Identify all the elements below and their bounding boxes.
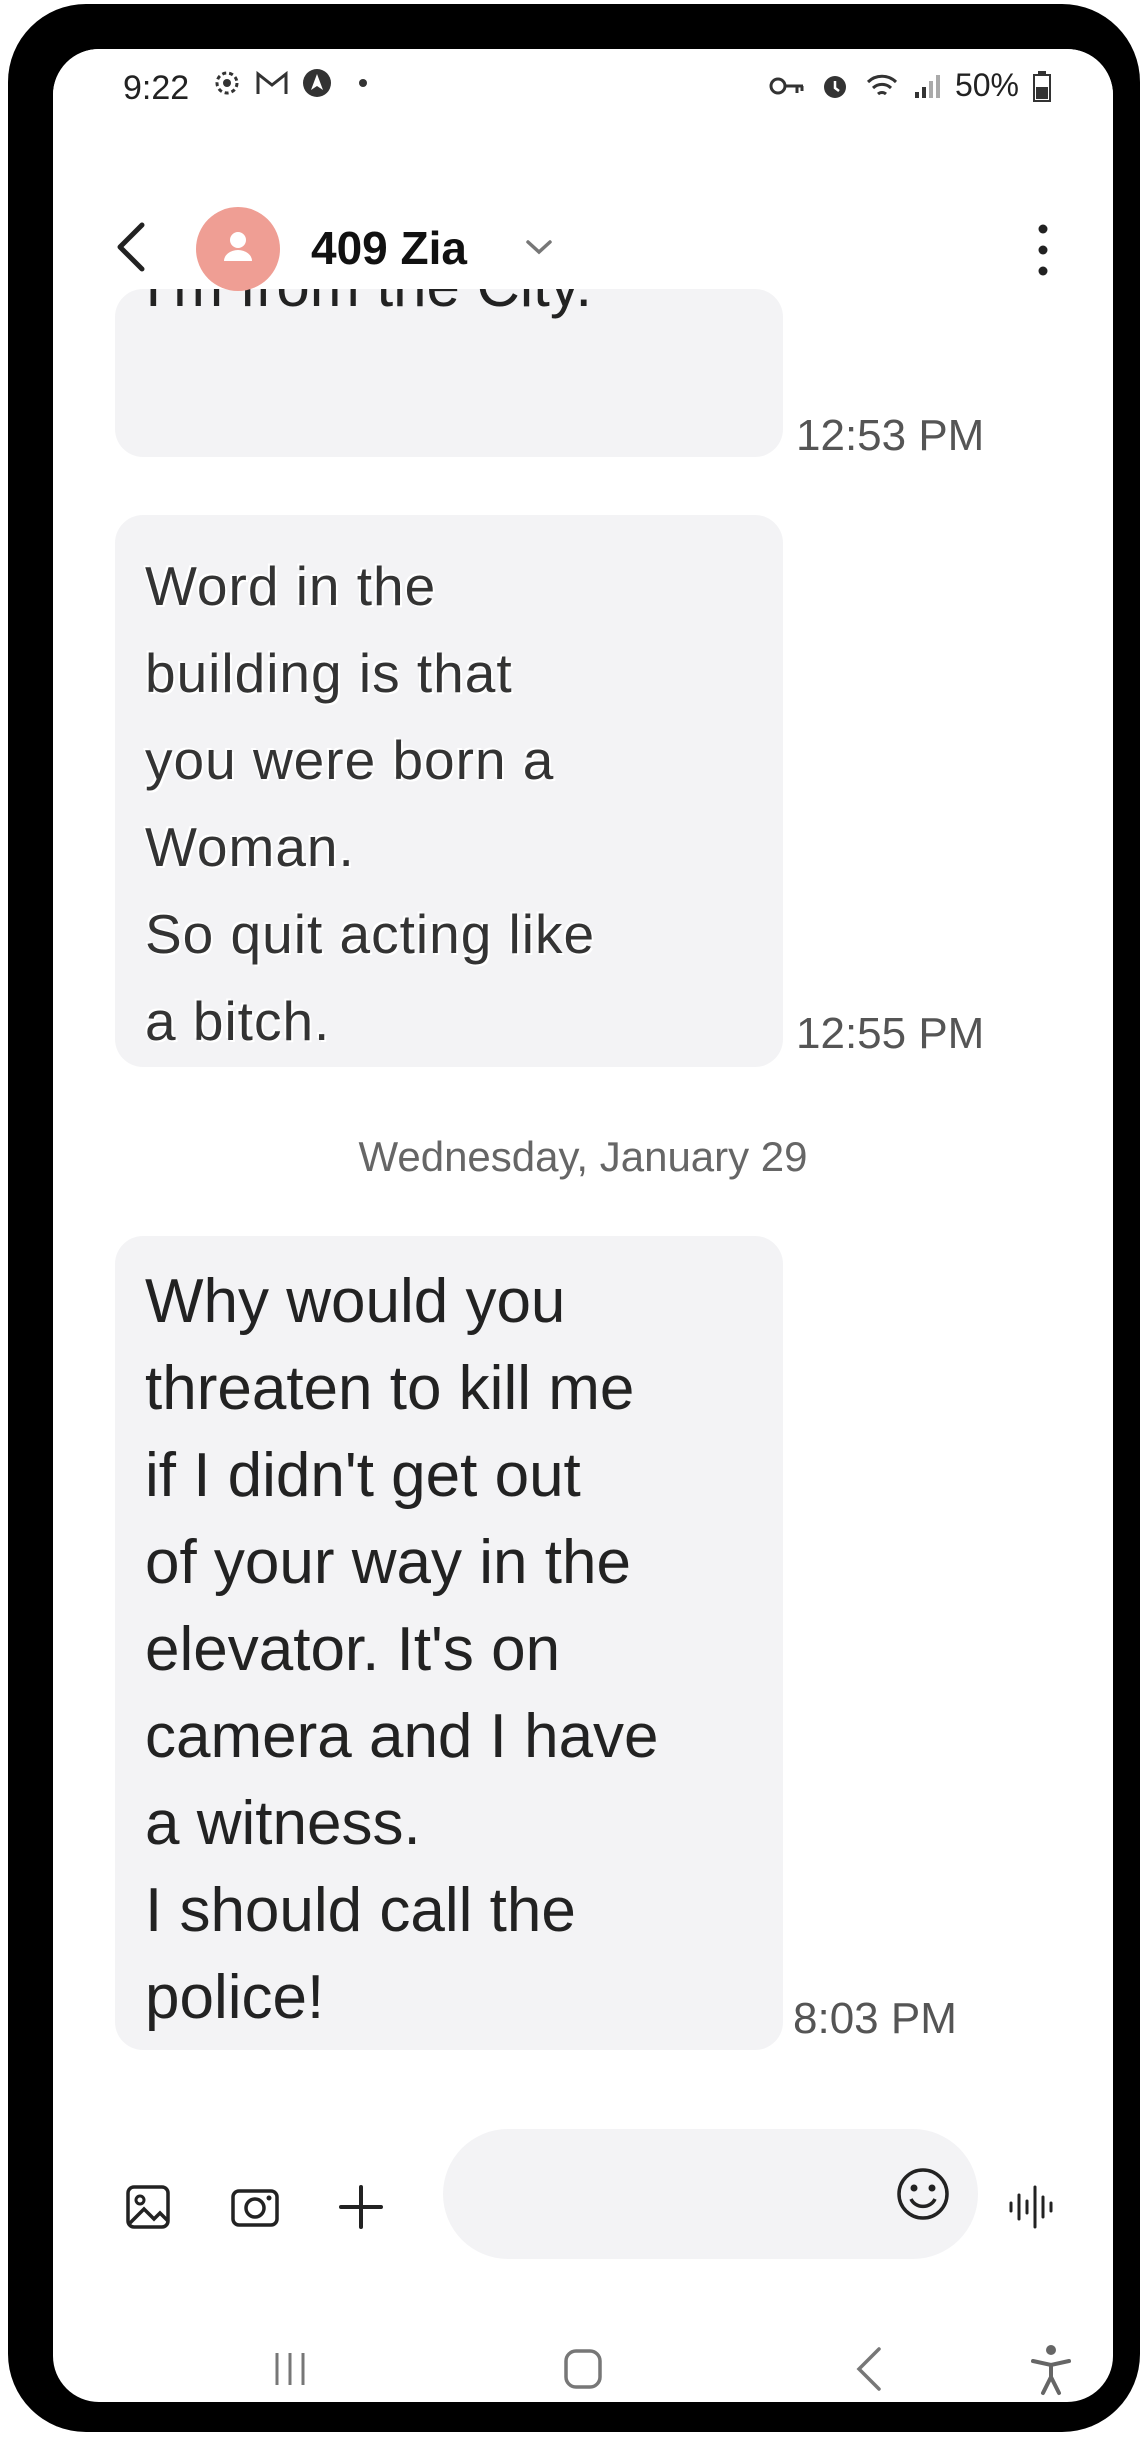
back-button[interactable] [108, 217, 158, 277]
wifi-icon [866, 74, 898, 95]
gallery-button[interactable] [118, 2177, 178, 2237]
nav-back-button[interactable] [841, 2339, 901, 2399]
battery-icon [1033, 70, 1051, 102]
key-icon [769, 77, 804, 94]
date-separator: Wednesday, January 29 [358, 1133, 808, 1180]
message-bubble-2[interactable]: Word in the building is that you were bo… [115, 515, 783, 1067]
add-attachment-button[interactable] [331, 2177, 391, 2237]
emoji-button[interactable] [890, 2161, 956, 2227]
gmail-icon [256, 70, 288, 94]
message-bubble-1[interactable]: I'm from the City. [115, 252, 783, 457]
message-bubble-3[interactable]: Why would you threaten to kill me if I d… [115, 1236, 783, 2050]
recent-apps-button[interactable] [260, 2339, 320, 2399]
status-time-overlay: 9:22 [123, 69, 190, 107]
message-time-1: 12:53 PM [796, 411, 985, 460]
message-text-3: Why would you threaten to kill me if I d… [145, 1267, 659, 2032]
signal-icon [914, 74, 940, 98]
chevron-down-icon[interactable] [523, 233, 555, 261]
accessibility-icon[interactable] [1021, 2339, 1081, 2399]
message-input[interactable] [443, 2129, 978, 2259]
camera-button[interactable] [225, 2177, 285, 2237]
message-time-2: 12:55 PM [796, 1009, 985, 1058]
avatar[interactable] [196, 207, 280, 291]
contact-name[interactable]: 409 Zia [311, 221, 467, 275]
voice-input-button[interactable] [1003, 2177, 1063, 2237]
more-options-button[interactable] [1033, 219, 1053, 281]
battery-text: 50% [954, 67, 1019, 103]
gear-icon [215, 71, 239, 95]
person-icon [224, 232, 252, 261]
message-text-2: Word in the building is that you were bo… [145, 555, 596, 1052]
home-button[interactable] [553, 2339, 613, 2399]
navigation-icon [303, 69, 331, 97]
phone-frame: 9:22 50% I'm from the City. 12:53 PM Wor… [8, 4, 1140, 2432]
alarm-icon [823, 75, 846, 98]
status-icons-left-overlay [211, 67, 367, 99]
screen: 9:22 50% I'm from the City. 12:53 PM Wor… [53, 49, 1113, 2402]
message-time-3: 8:03 PM [793, 1994, 957, 2043]
dot-icon [359, 79, 367, 87]
status-icons-right-overlay: 50% [769, 67, 1051, 104]
